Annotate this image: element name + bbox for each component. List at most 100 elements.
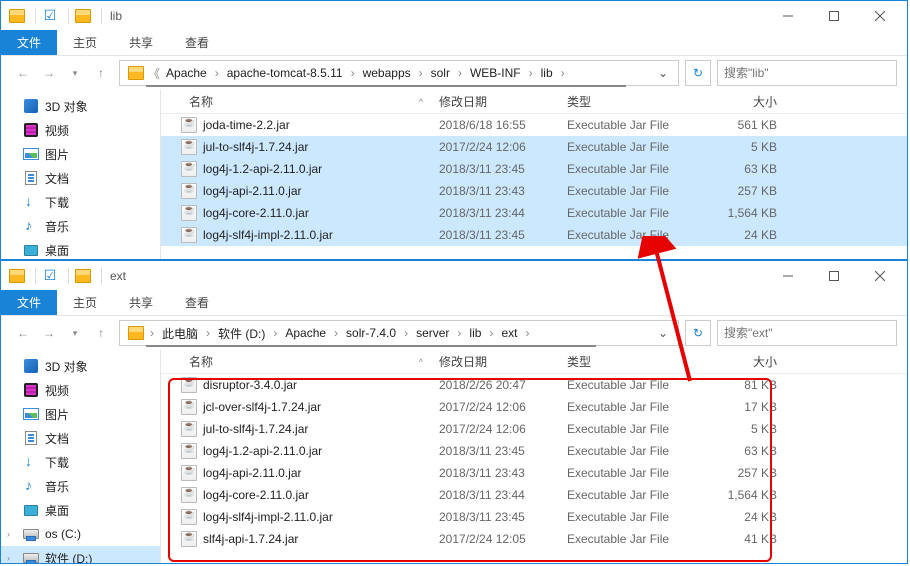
file-row[interactable]: log4j-api-2.11.0.jar2018/3/11 23:43Execu… xyxy=(161,462,907,484)
nav-back-button[interactable]: ← xyxy=(11,61,35,85)
breadcrumb-0[interactable]: 此电脑 xyxy=(156,321,204,345)
sidebar-item-5[interactable]: 音乐 xyxy=(1,214,160,238)
sidebar-item-5[interactable]: 音乐 xyxy=(1,474,160,498)
path-box[interactable]: 《 Apache›apache-tomcat-8.5.11›webapps›so… xyxy=(119,60,679,86)
col-name[interactable]: 名称^ xyxy=(161,90,431,113)
nav-recent-button[interactable]: ▾ xyxy=(63,321,87,345)
nav-recent-button[interactable]: ▾ xyxy=(63,61,87,85)
chevron-right-icon: › xyxy=(204,326,212,340)
titlebar[interactable]: ☑ ext xyxy=(1,261,907,290)
col-type[interactable]: 类型 xyxy=(559,350,695,373)
sidebar-item-6[interactable]: 桌面 xyxy=(1,498,160,522)
col-size[interactable]: 大小 xyxy=(695,90,785,113)
path-box[interactable]: › 此电脑›软件 (D:)›Apache›solr-7.4.0›server›l… xyxy=(119,320,679,346)
close-button[interactable] xyxy=(857,261,903,290)
nav-up-button[interactable]: ↑ xyxy=(89,321,113,345)
breadcrumb-5[interactable]: lib xyxy=(463,321,487,345)
sidebar-item-1[interactable]: 视频 xyxy=(1,118,160,142)
titlebar[interactable]: ☑ lib xyxy=(1,1,907,30)
sidebar-item-7[interactable]: ›os (C:) xyxy=(1,522,160,546)
col-name[interactable]: 名称^ xyxy=(161,350,431,373)
minimize-button[interactable] xyxy=(765,1,811,30)
minimize-button[interactable] xyxy=(765,261,811,290)
close-button[interactable] xyxy=(857,1,903,30)
sidebar-item-4[interactable]: 下载 xyxy=(1,450,160,474)
ico-music-icon xyxy=(23,478,39,494)
breadcrumb-1[interactable]: apache-tomcat-8.5.11 xyxy=(221,61,349,85)
file-row[interactable]: log4j-1.2-api-2.11.0.jar2018/3/11 23:45E… xyxy=(161,440,907,462)
breadcrumb-5[interactable]: lib xyxy=(535,61,559,85)
ribbon-tab-2[interactable]: 共享 xyxy=(113,290,169,315)
ico-desktop-icon xyxy=(23,502,39,518)
breadcrumb-4[interactable]: WEB-INF xyxy=(464,61,527,85)
breadcrumb-2[interactable]: webapps xyxy=(357,61,417,85)
column-headers[interactable]: 名称^ 修改日期 类型 大小 xyxy=(161,350,907,374)
ribbon-tab-1[interactable]: 主页 xyxy=(57,290,113,315)
search-input[interactable] xyxy=(717,320,897,346)
sidebar-item-8[interactable]: ›软件 (D:) xyxy=(1,546,160,563)
file-list[interactable]: 名称^ 修改日期 类型 大小 joda-time-2.2.jar2018/6/1… xyxy=(161,90,907,259)
column-headers[interactable]: 名称^ 修改日期 类型 大小 xyxy=(161,90,907,114)
col-type[interactable]: 类型 xyxy=(559,90,695,113)
path-dropdown-icon[interactable]: ⌄ xyxy=(652,326,674,340)
ribbon-tab-1[interactable]: 主页 xyxy=(57,30,113,55)
file-row[interactable]: joda-time-2.2.jar2018/6/18 16:55Executab… xyxy=(161,114,907,136)
refresh-button[interactable]: ↻ xyxy=(685,60,711,86)
file-row[interactable]: log4j-api-2.11.0.jar2018/3/11 23:43Execu… xyxy=(161,180,907,202)
sidebar-item-3[interactable]: 文档 xyxy=(1,166,160,190)
file-row[interactable]: jcl-over-slf4j-1.7.24.jar2017/2/24 12:06… xyxy=(161,396,907,418)
file-size: 17 KB xyxy=(695,400,785,414)
ribbon-tab-0[interactable]: 文件 xyxy=(1,290,57,315)
breadcrumb-2[interactable]: Apache xyxy=(279,321,332,345)
sidebar-item-3[interactable]: 文档 xyxy=(1,426,160,450)
file-row[interactable]: jul-to-slf4j-1.7.24.jar2017/2/24 12:06Ex… xyxy=(161,418,907,440)
breadcrumb-1[interactable]: 软件 (D:) xyxy=(212,321,271,345)
sidebar-item-6[interactable]: 桌面 xyxy=(1,238,160,259)
file-row[interactable]: log4j-1.2-api-2.11.0.jar2018/3/11 23:45E… xyxy=(161,158,907,180)
breadcrumb-3[interactable]: solr xyxy=(425,61,456,85)
sort-caret-icon: ^ xyxy=(419,357,423,367)
sidebar-item-4[interactable]: 下载 xyxy=(1,190,160,214)
file-name: log4j-slf4j-impl-2.11.0.jar xyxy=(161,227,431,243)
jar-file-icon xyxy=(181,117,197,133)
folder-icon xyxy=(75,268,91,284)
sidebar[interactable]: 3D 对象视频图片文档下载音乐桌面›os (C:)›软件 (D:) xyxy=(1,350,161,563)
sidebar-item-1[interactable]: 视频 xyxy=(1,378,160,402)
file-row[interactable]: log4j-slf4j-impl-2.11.0.jar2018/3/11 23:… xyxy=(161,506,907,528)
file-row[interactable]: log4j-core-2.11.0.jar2018/3/11 23:44Exec… xyxy=(161,202,907,224)
col-date[interactable]: 修改日期 xyxy=(431,350,559,373)
sidebar[interactable]: 3D 对象视频图片文档下载音乐桌面 xyxy=(1,90,161,259)
ico-pic-icon xyxy=(23,406,39,422)
file-row[interactable]: slf4j-api-1.7.24.jar2017/2/24 12:05Execu… xyxy=(161,528,907,550)
breadcrumb-4[interactable]: server xyxy=(410,321,455,345)
nav-fwd-button[interactable]: → xyxy=(37,321,61,345)
col-size[interactable]: 大小 xyxy=(695,350,785,373)
ribbon-tab-3[interactable]: 查看 xyxy=(169,290,225,315)
sidebar-item-0[interactable]: 3D 对象 xyxy=(1,354,160,378)
ico-dl-icon xyxy=(23,454,39,470)
file-row[interactable]: disruptor-3.4.0.jar2018/2/26 20:47Execut… xyxy=(161,374,907,396)
sidebar-item-0[interactable]: 3D 对象 xyxy=(1,94,160,118)
nav-fwd-button[interactable]: → xyxy=(37,61,61,85)
maximize-button[interactable] xyxy=(811,261,857,290)
breadcrumb-0[interactable]: Apache xyxy=(160,61,213,85)
file-row[interactable]: log4j-core-2.11.0.jar2018/3/11 23:44Exec… xyxy=(161,484,907,506)
breadcrumb-3[interactable]: solr-7.4.0 xyxy=(340,321,402,345)
sidebar-item-label: 音乐 xyxy=(45,218,69,235)
sidebar-item-2[interactable]: 图片 xyxy=(1,402,160,426)
file-row[interactable]: log4j-slf4j-impl-2.11.0.jar2018/3/11 23:… xyxy=(161,224,907,246)
nav-up-button[interactable]: ↑ xyxy=(89,61,113,85)
sidebar-item-2[interactable]: 图片 xyxy=(1,142,160,166)
ribbon-tab-2[interactable]: 共享 xyxy=(113,30,169,55)
ribbon-tab-3[interactable]: 查看 xyxy=(169,30,225,55)
file-list[interactable]: 名称^ 修改日期 类型 大小 disruptor-3.4.0.jar2018/2… xyxy=(161,350,907,563)
search-input[interactable] xyxy=(717,60,897,86)
file-row[interactable]: jul-to-slf4j-1.7.24.jar2017/2/24 12:06Ex… xyxy=(161,136,907,158)
col-date[interactable]: 修改日期 xyxy=(431,90,559,113)
path-dropdown-icon[interactable]: ⌄ xyxy=(652,66,674,80)
breadcrumb-6[interactable]: ext xyxy=(495,321,523,345)
refresh-button[interactable]: ↻ xyxy=(685,320,711,346)
nav-back-button[interactable]: ← xyxy=(11,321,35,345)
maximize-button[interactable] xyxy=(811,1,857,30)
ribbon-tab-0[interactable]: 文件 xyxy=(1,30,57,55)
